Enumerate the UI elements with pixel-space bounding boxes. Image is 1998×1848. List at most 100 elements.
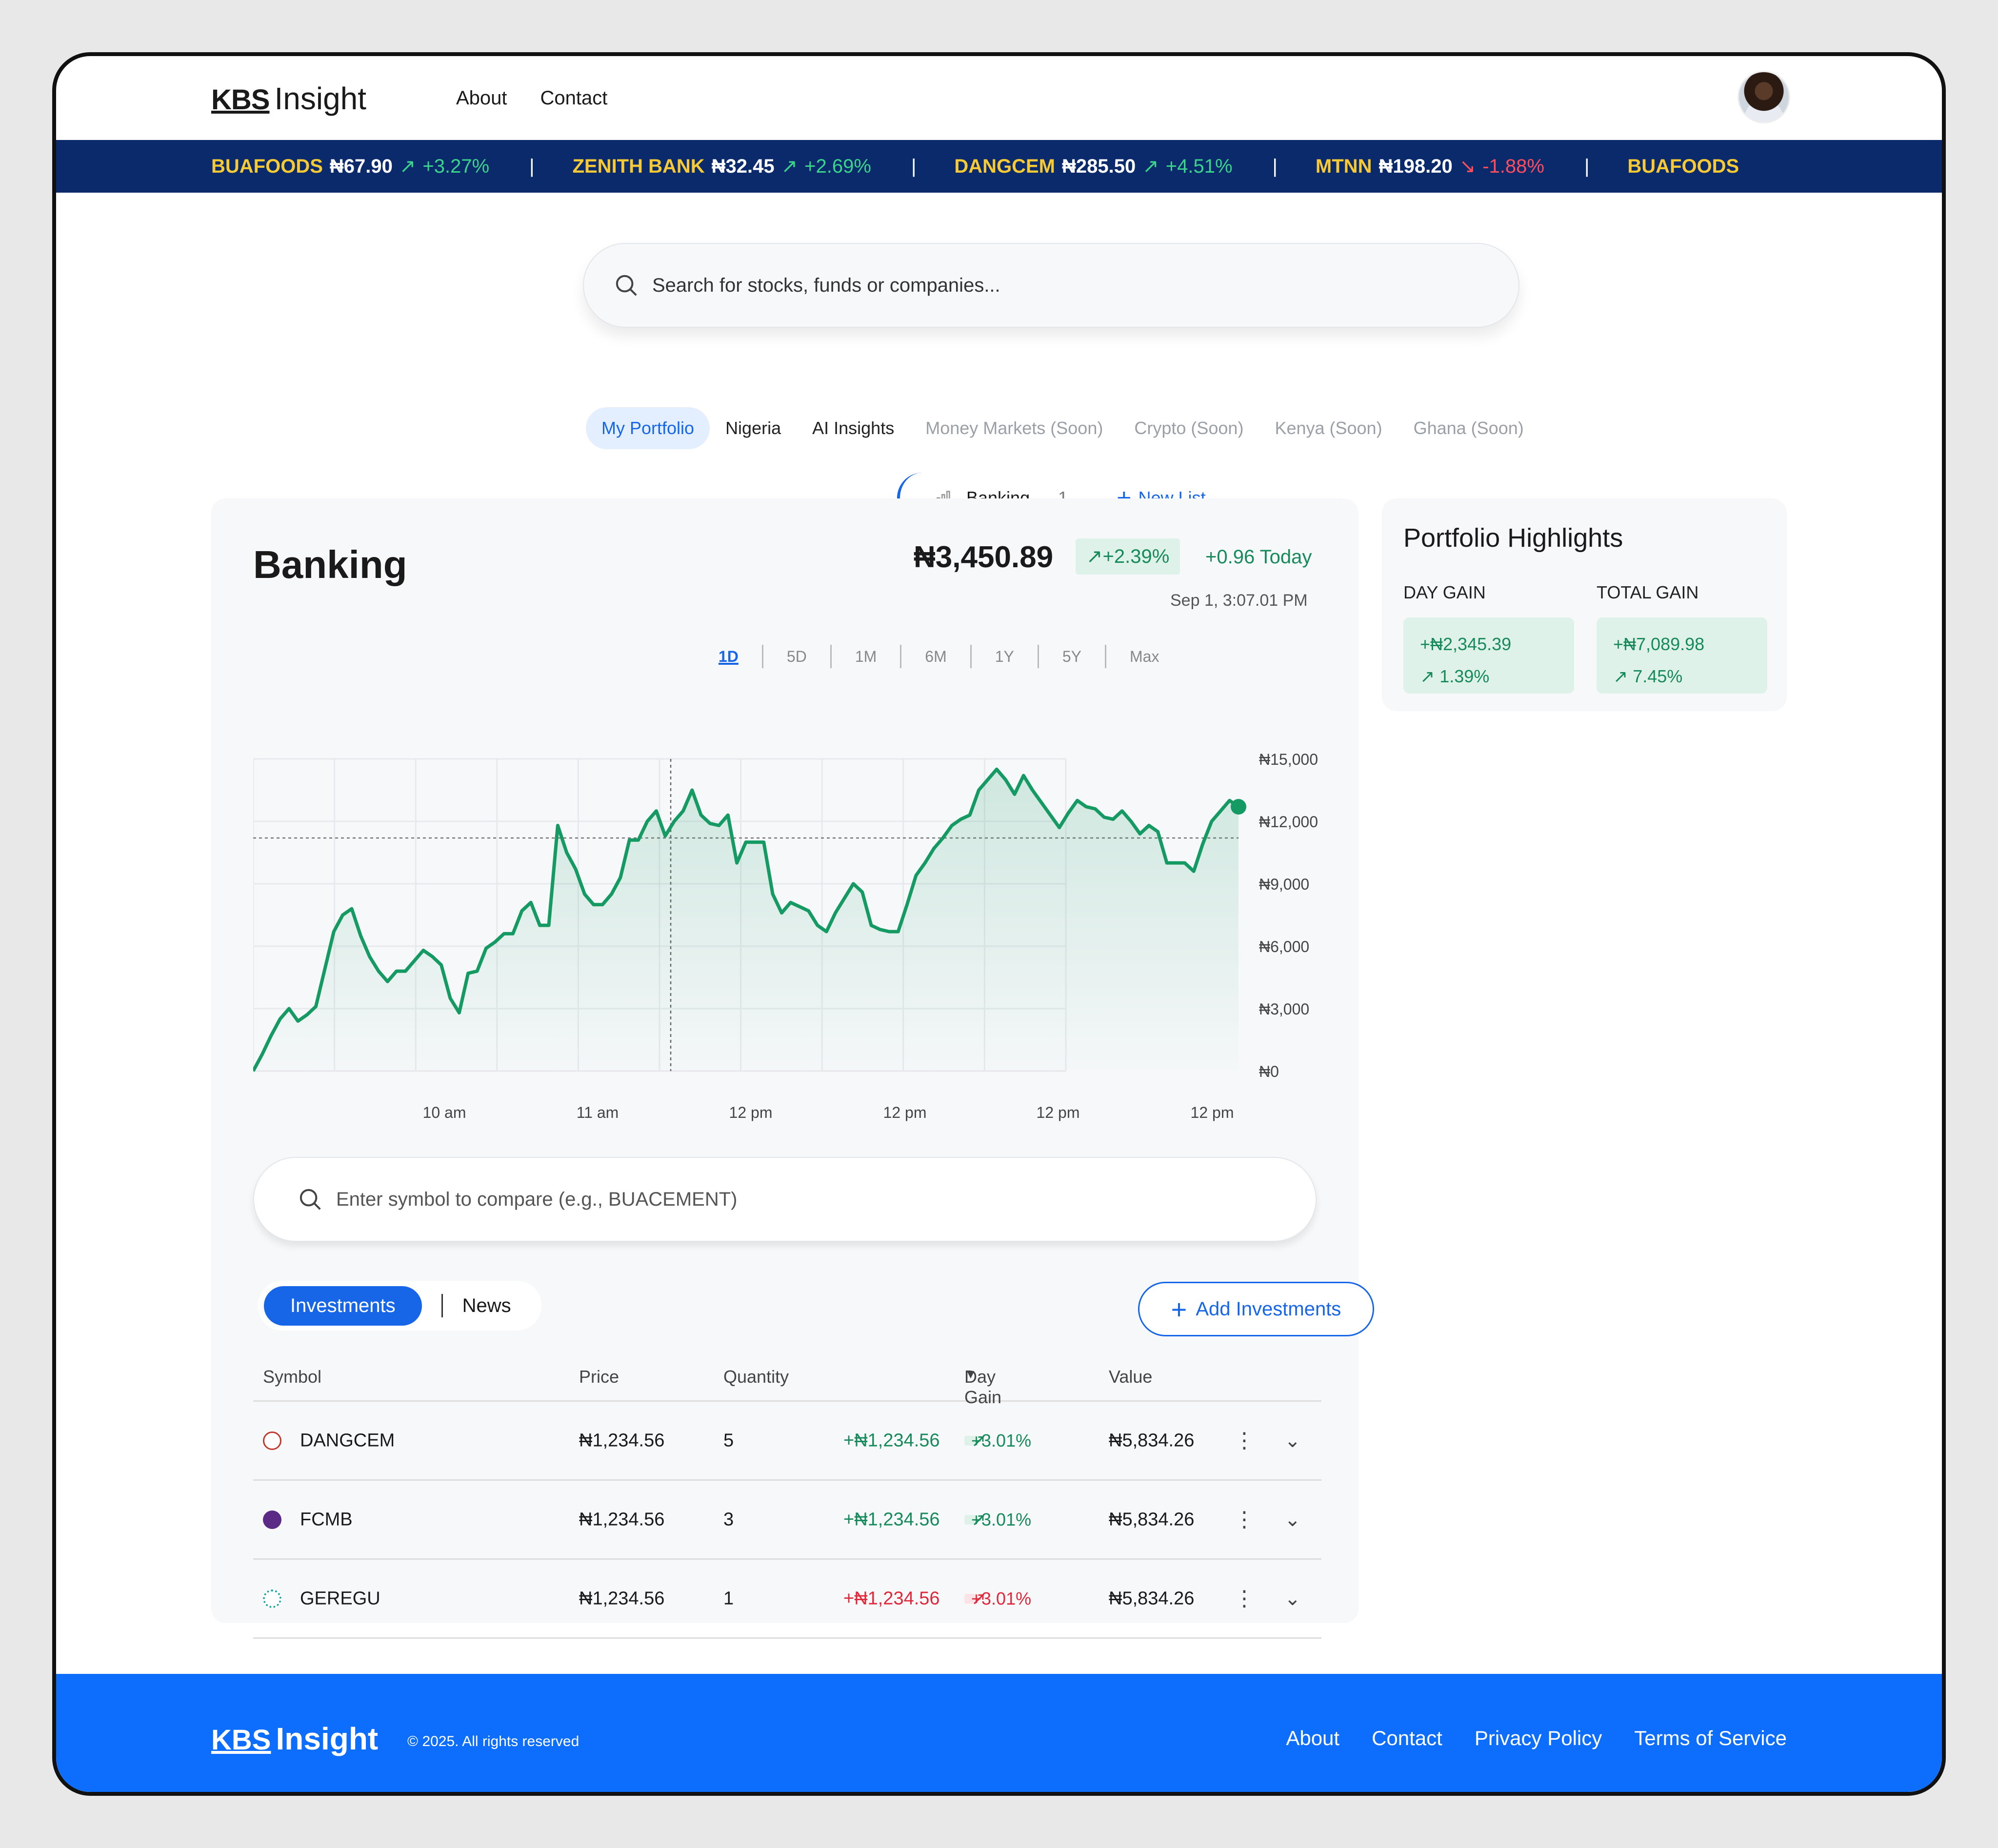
ticker-item[interactable]: BUAFOODS ₦67.90 ↗ +3.27% [211, 155, 489, 178]
day-gain-pct-row: ↗ 1.39% [1420, 660, 1558, 693]
footer-terms-link[interactable]: Terms of Service [1634, 1727, 1787, 1750]
table-row[interactable]: DANGCEM ₦1,234.56 5 +₦1,234.56 ↗ +3.01% ₦… [253, 1402, 1321, 1481]
x-axis-labels: 10 am 11 am 12 pm 12 pm 12 pm 12 pm [423, 1104, 1234, 1121]
y-tick-label: ₦6,000 [1259, 938, 1309, 955]
geregu-logo-icon [263, 1589, 281, 1608]
row-symbol: DANGCEM [300, 1430, 395, 1451]
row-quantity: 1 [723, 1588, 734, 1609]
plus-icon: + [1171, 1293, 1187, 1325]
footer-contact-link[interactable]: Contact [1372, 1727, 1442, 1750]
row-gain-pct: +3.01% [971, 1509, 1032, 1530]
ticker-divider: | [911, 155, 917, 177]
chart-series [253, 767, 1246, 1072]
portfolio-line-chart[interactable]: ₦15,000 ₦12,000 ₦9,000 ₦6,000 ₦3,000 ₦0 10 am… [253, 749, 1328, 1125]
chevron-down-icon[interactable]: ⌄ [1284, 1509, 1301, 1531]
col-price[interactable]: Price [579, 1367, 619, 1387]
app-window: KBS Insight About Contact BUAFOODS ₦67.9… [52, 52, 1946, 1796]
chart-area-fill [253, 769, 1239, 1071]
col-symbol[interactable]: Symbol [263, 1367, 321, 1387]
trend-down-icon: ↘ [1459, 156, 1476, 177]
time-range-selector: 1D 5D 1M 6M 1Y 5Y Max [699, 645, 1182, 668]
ticker-symbol: BUAFOODS [211, 155, 323, 177]
footer-privacy-link[interactable]: Privacy Policy [1475, 1727, 1602, 1750]
range-5y[interactable]: 5Y [1037, 645, 1105, 668]
ticker-item[interactable]: BUAFOODS [1627, 156, 1739, 178]
x-tick-label: 12 pm [1191, 1104, 1234, 1121]
row-gain-pct: +3.01% [971, 1430, 1032, 1451]
row-gain-pct-chip: ↗ +3.01% [964, 1589, 1031, 1609]
row-value: ₦5,834.26 [1109, 1430, 1195, 1451]
ticker-price: ₦32.45 [711, 155, 775, 177]
row-quantity: 5 [723, 1430, 734, 1451]
ticker-divider: | [529, 155, 535, 177]
timestamp: Sep 1, 3:07.01 PM [1170, 591, 1308, 610]
range-5d[interactable]: 5D [761, 645, 830, 668]
user-avatar[interactable] [1738, 71, 1790, 123]
range-6m[interactable]: 6M [900, 645, 970, 668]
footer-logo[interactable]: KBS Insight [211, 1721, 378, 1757]
row-gain-pct: +3.01% [971, 1588, 1032, 1609]
trend-up-icon: ↗ [1142, 156, 1159, 177]
logo[interactable]: KBS Insight [211, 80, 366, 117]
row-price: ₦1,234.56 [579, 1430, 665, 1451]
trend-up-icon: ↗ [781, 156, 798, 177]
last-point-marker [1231, 799, 1246, 815]
highlights-title: Portfolio Highlights [1403, 523, 1623, 553]
tab-money-markets: Money Markets (Soon) [925, 418, 1103, 438]
trend-up-icon: ↗ [1086, 546, 1103, 567]
x-tick-label: 12 pm [729, 1104, 773, 1121]
row-quantity: 3 [723, 1509, 734, 1530]
row-symbol: FCMB [300, 1509, 353, 1530]
table-row[interactable]: FCMB ₦1,234.56 3 +₦1,234.56 ↗ +3.01% ₦5,8… [253, 1481, 1321, 1560]
ticker-change: +4.51% [1165, 155, 1233, 177]
range-1y[interactable]: 1Y [970, 645, 1038, 668]
compare-search-bar[interactable] [253, 1157, 1317, 1242]
range-max[interactable]: Max [1105, 645, 1182, 668]
tab-ai-insights[interactable]: AI Insights [797, 407, 910, 449]
market-tabs: My Portfolio Nigeria AI Insights Money M… [586, 407, 1539, 449]
footer-logo-mark: KBS [211, 1724, 271, 1756]
more-options-icon[interactable]: ⋮ [1234, 1430, 1255, 1451]
tab-ghana: Ghana (Soon) [1413, 418, 1524, 438]
row-price: ₦1,234.56 [579, 1588, 665, 1609]
day-gain-box: +₦2,345.39 ↗ 1.39% [1403, 617, 1574, 694]
more-options-icon[interactable]: ⋮ [1234, 1588, 1255, 1609]
chevron-down-icon[interactable]: ⌄ [1284, 1430, 1301, 1452]
tab-nigeria[interactable]: Nigeria [710, 407, 797, 449]
add-investments-button[interactable]: + Add Investments [1138, 1282, 1374, 1336]
copyright: © 2025. All rights reserved [407, 1733, 579, 1749]
range-1m[interactable]: 1M [830, 645, 900, 668]
table-row[interactable]: GEREGU ₦1,234.56 1 +₦1,234.56 ↗ +3.01% ₦5… [253, 1560, 1321, 1639]
range-1d[interactable]: 1D [699, 645, 762, 668]
search-input[interactable] [652, 274, 1433, 297]
tab-crypto: Crypto (Soon) [1134, 418, 1244, 438]
tab-news[interactable]: News [462, 1295, 536, 1317]
compare-input[interactable] [336, 1188, 1214, 1211]
ticker-item[interactable]: ZENITH BANK ₦32.45 ↗ +2.69% [573, 155, 871, 178]
footer: KBS Insight © 2025. All rights reserved … [56, 1674, 1942, 1792]
row-gain: +₦1,234.56 [843, 1430, 940, 1451]
x-tick-label: 10 am [423, 1104, 466, 1121]
ticker-item[interactable]: DANGCEM ₦285.50 ↗ +4.51% [954, 155, 1232, 178]
tab-my-portfolio[interactable]: My Portfolio [586, 407, 710, 449]
footer-about-link[interactable]: About [1286, 1727, 1339, 1750]
chevron-down-icon[interactable]: ⌄ [1284, 1588, 1301, 1610]
y-tick-label: ₦15,000 [1259, 751, 1318, 768]
nav-about-link[interactable]: About [456, 87, 507, 109]
global-search-bar[interactable] [583, 243, 1519, 328]
today-change: +0.96 Today [1205, 546, 1312, 568]
trend-up-icon: ↗ [1613, 666, 1628, 686]
footer-logo-text: Insight [276, 1721, 379, 1756]
nav-contact-link[interactable]: Contact [540, 87, 608, 109]
col-quantity[interactable]: Quantity [723, 1367, 789, 1387]
portfolio-change-pct: +2.39% [1102, 546, 1170, 567]
ticker-item[interactable]: MTNN ₦198.20 ↘ -1.88% [1316, 155, 1544, 178]
row-value: ₦5,834.26 [1109, 1509, 1195, 1530]
more-options-icon[interactable]: ⋮ [1234, 1509, 1255, 1530]
segment-divider [441, 1294, 443, 1317]
col-value[interactable]: Value [1109, 1367, 1152, 1387]
tab-investments[interactable]: Investments [264, 1286, 422, 1326]
row-price: ₦1,234.56 [579, 1509, 665, 1530]
total-gain-value: +₦7,089.98 [1613, 634, 1705, 654]
x-tick-label: 11 am [577, 1104, 619, 1121]
